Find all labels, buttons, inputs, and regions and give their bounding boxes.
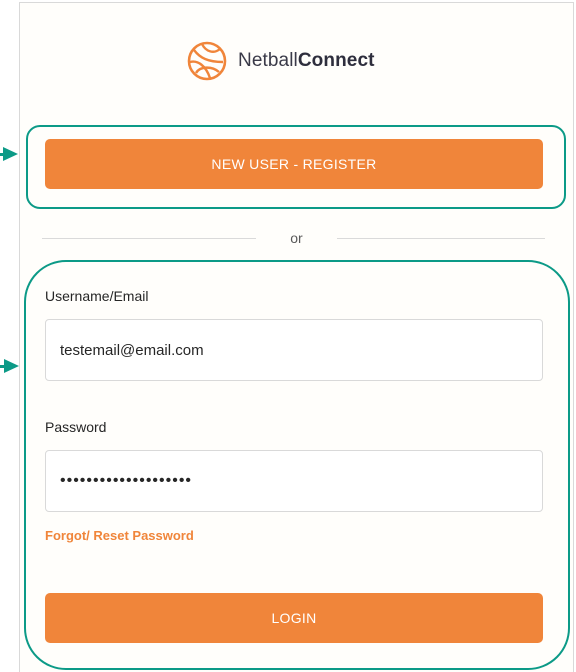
register-button[interactable]: NEW USER - REGISTER <box>45 139 543 189</box>
callout-arrow-icon <box>3 147 18 161</box>
divider-text: or <box>290 230 303 246</box>
brand-name-bold: Connect <box>297 50 375 71</box>
netball-icon <box>187 41 227 81</box>
username-input[interactable] <box>45 319 543 381</box>
divider-line-right <box>337 238 545 239</box>
login-button[interactable]: LOGIN <box>45 593 543 643</box>
username-label: Username/Email <box>45 288 149 304</box>
brand-logo: NetballConnect <box>186 40 375 82</box>
password-input[interactable] <box>45 450 543 512</box>
password-label: Password <box>45 419 107 435</box>
divider-line-left <box>42 238 256 239</box>
brand-name: NetballConnect <box>238 50 375 72</box>
brand-name-regular: Netball <box>238 50 298 71</box>
login-page: NetballConnect NEW USER - REGISTER or Us… <box>0 0 576 672</box>
forgot-password-link[interactable]: Forgot/ Reset Password <box>45 528 194 543</box>
callout-arrow-icon <box>4 359 19 373</box>
